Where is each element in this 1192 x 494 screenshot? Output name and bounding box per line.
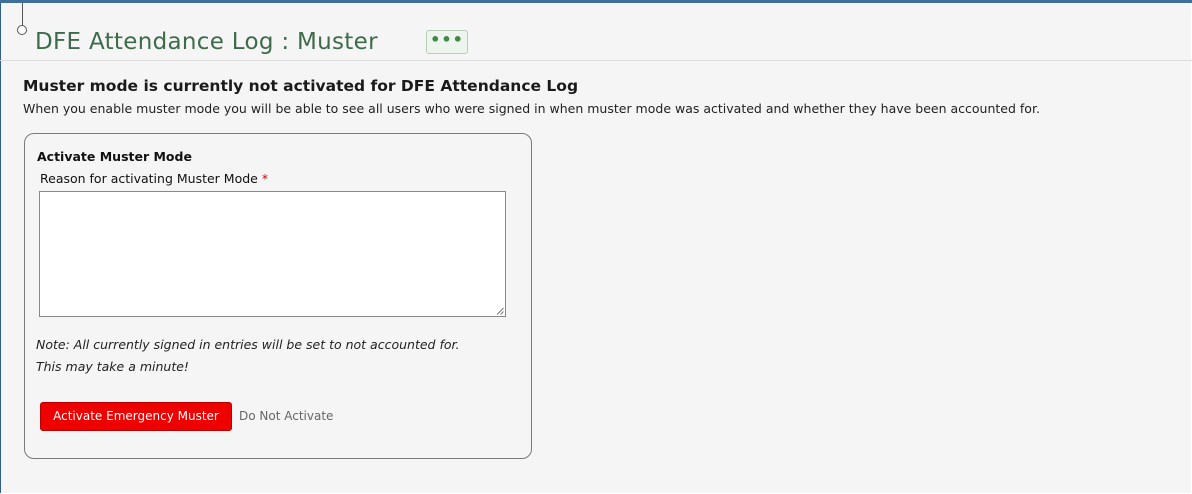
page-header: DFE Attendance Log : Muster ••• [0, 0, 1192, 61]
panel-title: Activate Muster Mode [37, 149, 192, 164]
do-not-activate-link[interactable]: Do Not Activate [239, 409, 333, 423]
reason-field-label: Reason for activating Muster Mode * [40, 171, 268, 186]
required-marker: * [261, 171, 269, 186]
tree-connector-line [22, 3, 23, 25]
activate-emergency-muster-button[interactable]: Activate Emergency Muster [40, 402, 232, 431]
reason-textarea[interactable] [39, 191, 506, 317]
more-options-button[interactable]: ••• [426, 30, 468, 54]
note-line-2: This may take a minute! [36, 359, 189, 374]
page-title: DFE Attendance Log : Muster [35, 29, 378, 55]
reason-label-text: Reason for activating Muster Mode [40, 171, 258, 186]
note-text: Note: All currently signed in entries wi… [36, 334, 459, 378]
activate-muster-panel: Activate Muster Mode Reason for activati… [24, 133, 532, 459]
note-line-1: Note: All currently signed in entries wi… [36, 337, 460, 352]
muster-description: When you enable muster mode you will be … [23, 101, 1040, 116]
ellipsis-icon: ••• [430, 30, 464, 49]
muster-status-heading: Muster mode is currently not activated f… [23, 77, 579, 95]
tree-node-icon [17, 25, 27, 35]
